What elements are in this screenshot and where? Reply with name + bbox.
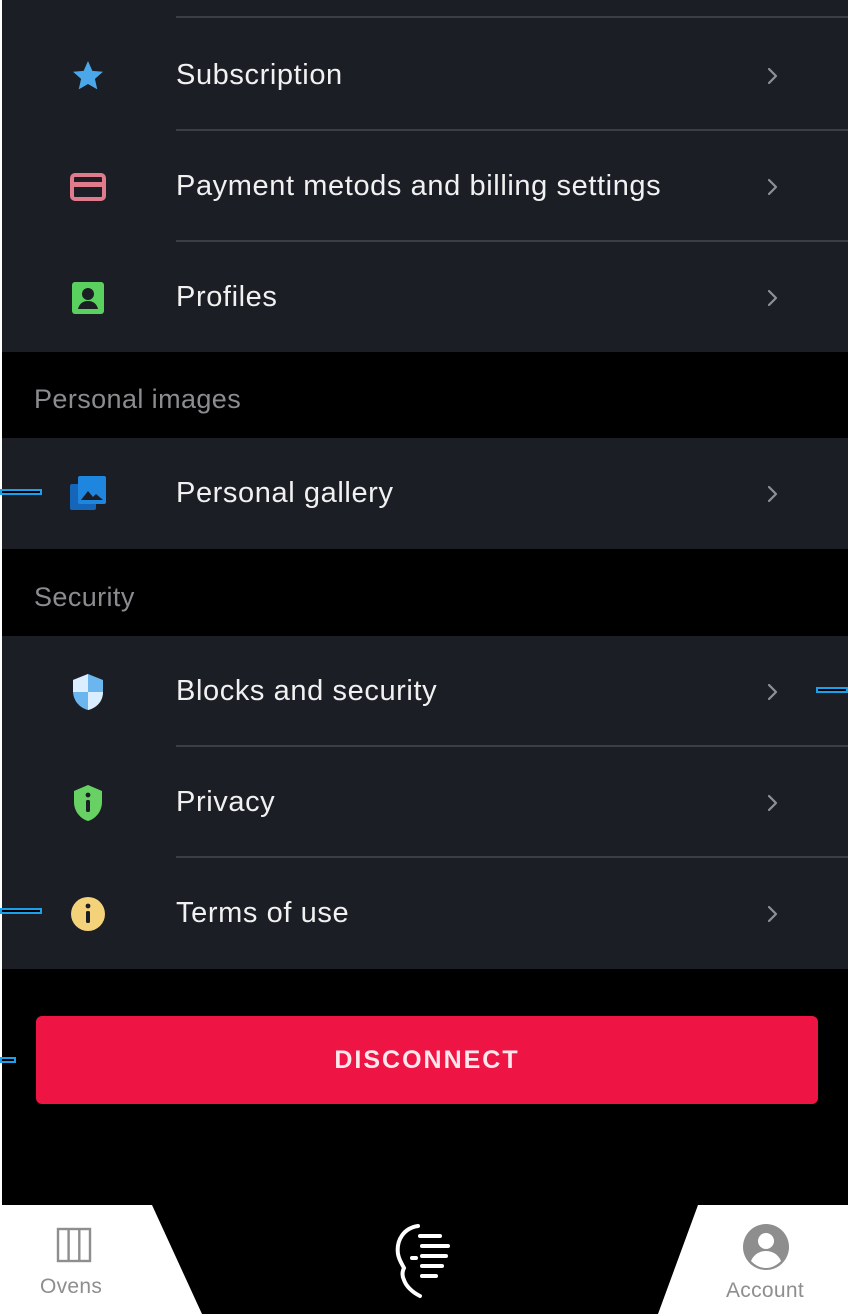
- nav-account[interactable]: Account: [658, 1205, 848, 1314]
- gallery-icon: [66, 472, 110, 516]
- info-icon: [66, 892, 110, 936]
- credit-card-icon: [66, 165, 110, 209]
- callout-marker: [816, 687, 848, 693]
- personal-images-header: Personal images: [34, 384, 242, 414]
- terms-of-use-row[interactable]: Terms of use: [2, 858, 848, 969]
- terms-of-use-label: Terms of use: [176, 897, 350, 929]
- shield-icon: [66, 670, 110, 714]
- chevron-right-icon: [767, 485, 778, 502]
- subscription-row[interactable]: Subscription: [2, 20, 848, 131]
- nav-ovens[interactable]: Ovens: [2, 1205, 202, 1314]
- callout-marker: [0, 1057, 16, 1063]
- personal-gallery-row[interactable]: Personal gallery: [2, 438, 848, 549]
- chevron-right-icon: [767, 794, 778, 811]
- payment-methods-label: Payment metods and billing settings: [176, 170, 662, 202]
- chef-face-logo-icon: [395, 1224, 450, 1298]
- security-header: Security: [34, 582, 135, 612]
- personal-gallery-label: Personal gallery: [176, 477, 394, 509]
- blocks-and-security-label: Blocks and security: [176, 675, 438, 707]
- disconnect-button[interactable]: DISCONNECT: [36, 1016, 818, 1104]
- top-divider: [176, 16, 848, 18]
- callout-marker: [0, 908, 42, 914]
- subscription-label: Subscription: [176, 59, 343, 91]
- nav-home[interactable]: [372, 1213, 472, 1309]
- nav-ovens-label: Ovens: [40, 1275, 103, 1298]
- privacy-shield-icon: [66, 781, 110, 825]
- chevron-right-icon: [767, 178, 778, 195]
- blocks-and-security-row[interactable]: Blocks and security: [2, 636, 848, 747]
- nav-account-label: Account: [726, 1279, 804, 1302]
- callout-marker: [0, 489, 42, 495]
- payment-methods-row[interactable]: Payment metods and billing settings: [2, 131, 848, 242]
- bottom-navigation: Ovens Account: [2, 1205, 848, 1314]
- account-screen: Subscription Payment metods and billing …: [2, 0, 848, 1314]
- chevron-right-icon: [767, 67, 778, 84]
- account-settings-group: Subscription Payment metods and billing …: [2, 0, 848, 352]
- star-icon: [66, 54, 110, 98]
- chevron-right-icon: [767, 289, 778, 306]
- profiles-label: Profiles: [176, 281, 278, 313]
- account-avatar-icon: [743, 1224, 789, 1270]
- personal-images-group: Personal gallery: [2, 438, 848, 549]
- privacy-row[interactable]: Privacy: [2, 747, 848, 858]
- chevron-right-icon: [767, 905, 778, 922]
- privacy-label: Privacy: [176, 786, 276, 818]
- security-group: Blocks and security Privacy Terms of use: [2, 636, 848, 969]
- ovens-grid-icon: [56, 1227, 92, 1263]
- profile-badge-icon: [66, 276, 110, 320]
- profiles-row[interactable]: Profiles: [2, 242, 848, 353]
- chevron-right-icon: [767, 683, 778, 700]
